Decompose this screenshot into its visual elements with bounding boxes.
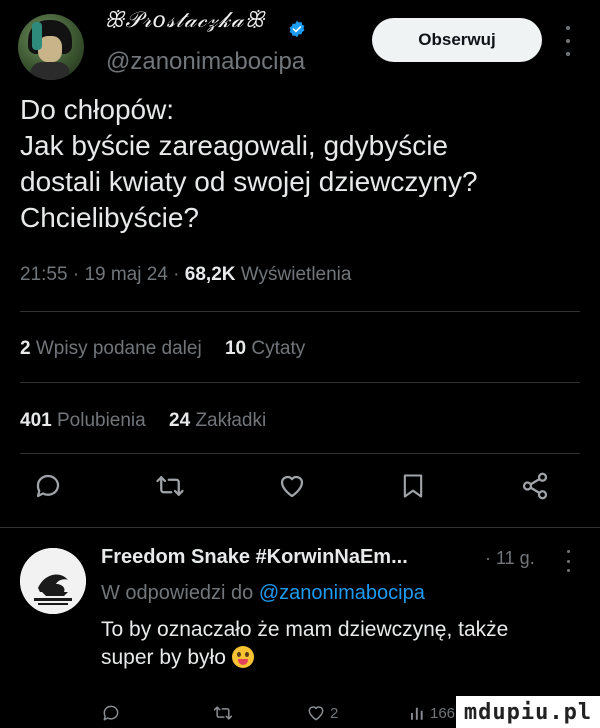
reply-text-line: super by było [101,646,226,669]
reposts-count: 2 [20,338,31,359]
divider [20,382,580,383]
reply-author-name[interactable]: Freedom Snake #KorwinNaEm... [101,546,408,569]
reply-more-icon[interactable] [562,550,574,572]
quotes-count: 10 [224,338,247,359]
divider [20,453,580,454]
heart-icon[interactable] [272,466,312,506]
reposts-link[interactable]: 2 Wpisy podane dalej [20,338,202,359]
tweet-actions [0,466,600,516]
tweet-meta: 21:55 · 19 maj 24 · 68,2K Wyświetlenia [20,264,351,286]
reply-views-count: 166 [430,704,456,722]
tweet-time[interactable]: 21:55 [20,264,68,285]
bar-chart-icon [411,707,423,720]
reposts-label: Wpisy podane dalej [35,338,202,359]
bookmarks-label: Zakładki [195,410,267,431]
reply-like-count: 2 [330,704,339,722]
follow-button[interactable]: Obserwuj [372,18,542,62]
verified-badge-icon [289,20,305,38]
author-display-name[interactable]: ꕥ𝒫𝓇𝑜𝓈𝓉𝒶𝒸𝓏𝓀𝒶ꕥ [104,8,266,33]
likes-label: Polubienia [56,410,146,431]
views-label: Wyświetlenia [240,264,352,285]
quotes-link[interactable]: 10 Cytaty [225,338,305,359]
tongue-emoji-icon [231,646,254,668]
tweet-header: ꕥ𝒫𝓇𝑜𝓈𝓉𝒶𝒸𝓏𝓀𝒶ꕥ @zanonimabocipa Obserwuj [0,0,600,90]
reply-views-button[interactable]: 166 [408,700,455,726]
reply-avatar[interactable] [20,548,86,614]
share-icon[interactable] [515,466,555,506]
like-stats: 401 Polubienia 24 Zakładki [20,410,266,432]
author-handle[interactable]: @zanonimabocipa [106,48,305,76]
more-options-icon[interactable] [560,26,576,56]
likes-link[interactable]: 401 Polubienia [20,410,146,431]
reply-time[interactable]: · 11 g. [485,548,535,569]
separator: · [173,264,180,285]
bookmark-icon[interactable] [393,466,433,506]
repost-icon[interactable] [150,466,190,506]
reply-to-mention[interactable]: @zanonimabocipa [259,582,425,604]
reply-repost-icon[interactable] [212,700,234,726]
reply-to-prefix: W odpowiedzi do [101,582,254,604]
reply-comment-icon[interactable] [101,700,121,726]
likes-count: 401 [20,410,52,431]
site-watermark: mdupiu.pl [456,696,600,728]
divider [0,527,600,528]
reply-text-line: To by oznaczało że mam dziewczynę, także [101,618,509,641]
comment-icon[interactable] [28,466,68,506]
divider [20,311,580,312]
bookmarks-count: 24 [169,410,191,431]
tweet-text-line: Do chłopów: [20,94,175,125]
tweet-text-line: Jak byście zareagowali, gdybyście [20,130,448,161]
tweet-text: Do chłopów: Jak byście zareagowali, gdyb… [20,92,590,236]
author-avatar[interactable] [18,14,84,80]
separator: · [72,264,80,285]
tweet-text-line: dostali kwiaty od swojej dziewczyny? [20,166,478,197]
views-count: 68,2K [184,264,236,285]
bookmarks-link[interactable]: 24 Zakładki [169,410,266,431]
tweet-date[interactable]: 19 maj 24 [84,264,167,285]
reply-text: To by oznaczało że mam dziewczynę, także… [101,616,581,672]
reply-like-button[interactable]: 2 [306,700,338,726]
tweet-text-line: Chcielibyście? [20,202,199,233]
reply-to: W odpowiedzi do @zanonimabocipa [101,582,425,605]
reply-heart-icon [308,706,324,721]
quotes-label: Cytaty [251,338,306,359]
repost-stats: 2 Wpisy podane dalej 10 Cytaty [20,338,305,360]
